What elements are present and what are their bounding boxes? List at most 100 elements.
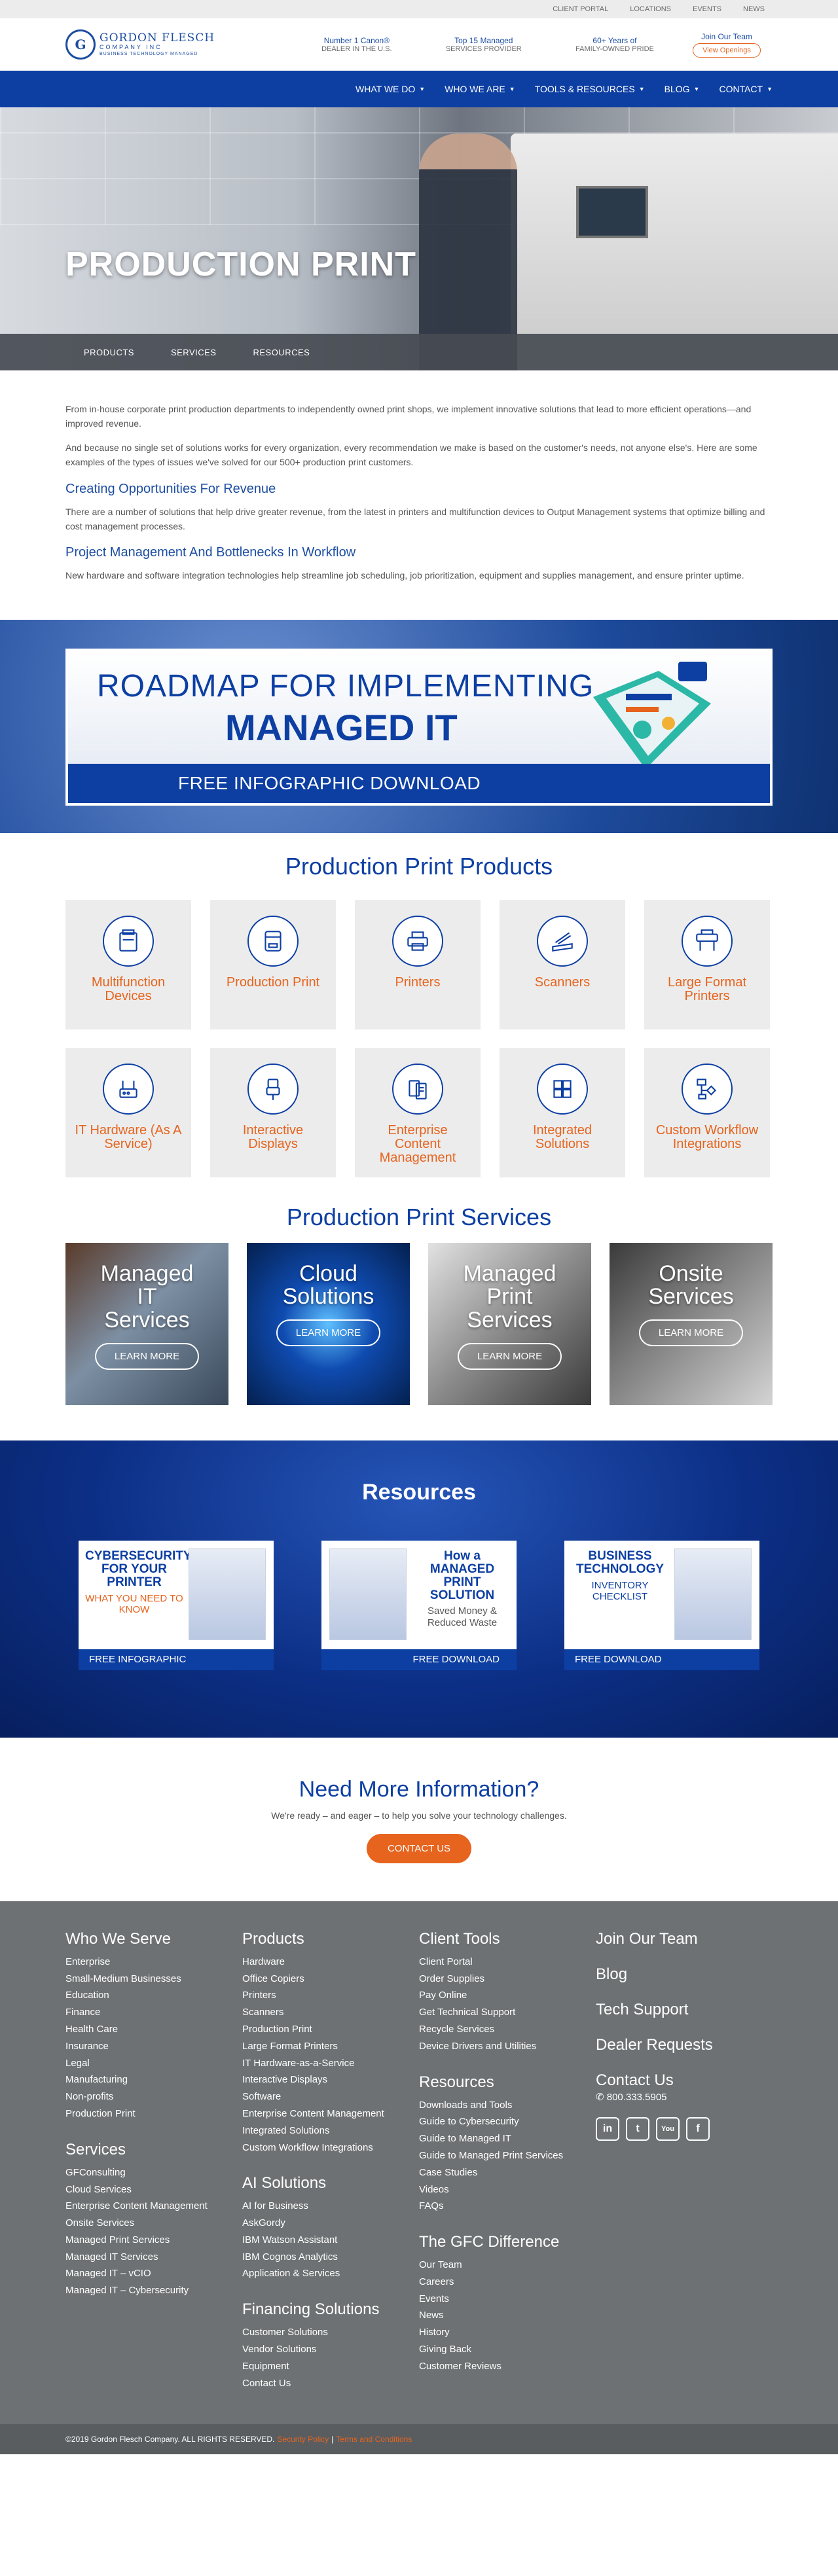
nav-who-we-are[interactable]: WHO WE ARE ▼ <box>445 84 515 94</box>
footer-link[interactable]: Manufacturing <box>65 2071 229 2088</box>
footer-link[interactable]: Managed IT – Cybersecurity <box>65 2282 229 2299</box>
utility-link-news[interactable]: NEWS <box>743 5 765 13</box>
footer-link[interactable]: Health Care <box>65 2021 229 2038</box>
footer-link[interactable]: Recycle Services <box>419 2021 583 2038</box>
resource-card-cybersecurity[interactable]: CYBERSECURITY FOR YOUR PRINTER WHAT YOU … <box>79 1540 274 1670</box>
footer-link[interactable]: AI for Business <box>242 2198 406 2215</box>
footer-link[interactable]: Careers <box>419 2274 583 2291</box>
footer-link[interactable]: Production Print <box>65 2105 229 2122</box>
footer-link[interactable]: Pay Online <box>419 1987 583 2004</box>
footer-link[interactable]: Education <box>65 1987 229 2004</box>
footer-link[interactable]: Application & Services <box>242 2265 406 2282</box>
learn-more-button[interactable]: LEARN MORE <box>276 1319 381 1347</box>
footer-link[interactable]: Customer Reviews <box>419 2358 583 2375</box>
footer-link[interactable]: Downloads and Tools <box>419 2097 583 2114</box>
learn-more-button[interactable]: LEARN MORE <box>638 1319 744 1347</box>
footer-link[interactable]: News <box>419 2307 583 2324</box>
footer-link[interactable]: GFConsulting <box>65 2164 229 2181</box>
footer-link[interactable]: Videos <box>419 2181 583 2198</box>
footer-link[interactable]: Enterprise <box>65 1954 229 1971</box>
utility-link-client-portal[interactable]: CLIENT PORTAL <box>553 5 608 13</box>
footer-link[interactable]: AskGordy <box>242 2215 406 2232</box>
footer-link[interactable]: Small-Medium Businesses <box>65 1971 229 1988</box>
footer-link[interactable]: IBM Watson Assistant <box>242 2232 406 2249</box>
utility-link-events[interactable]: EVENTS <box>693 5 721 13</box>
footer-link[interactable]: Managed IT Services <box>65 2249 229 2266</box>
product-card-printers[interactable]: Printers <box>355 899 481 1029</box>
footer-link[interactable]: Hardware <box>242 1954 406 1971</box>
footer-link[interactable]: Finance <box>65 2004 229 2021</box>
footer-link[interactable]: Insurance <box>65 2038 229 2055</box>
footer-link[interactable]: Custom Workflow Integrations <box>242 2139 406 2156</box>
footer-link[interactable]: Contact Us <box>242 2375 406 2392</box>
footer-link[interactable]: Events <box>419 2291 583 2308</box>
footer-link-tech-support[interactable]: Tech Support <box>596 2001 773 2019</box>
managed-it-infographic-banner[interactable]: ROADMAP FOR IMPLEMENTING MANAGED IT FREE… <box>65 648 773 806</box>
footer-link[interactable]: Scanners <box>242 2004 406 2021</box>
footer-link[interactable]: Equipment <box>242 2358 406 2375</box>
footer-link[interactable]: Non-profits <box>65 2088 229 2105</box>
footer-link[interactable]: Guide to Managed IT <box>419 2130 583 2147</box>
footer-link[interactable]: Giving Back <box>419 2341 583 2358</box>
product-card-custom-workflow[interactable]: Custom Workflow Integrations <box>644 1047 770 1177</box>
footer-link[interactable]: Integrated Solutions <box>242 2122 406 2139</box>
footer-link[interactable]: History <box>419 2324 583 2341</box>
footer-link[interactable]: IBM Cognos Analytics <box>242 2249 406 2266</box>
footer-link[interactable]: Office Copiers <box>242 1971 406 1988</box>
footer-link[interactable]: Onsite Services <box>65 2215 229 2232</box>
youtube-icon[interactable]: You <box>656 2117 680 2141</box>
footer-link[interactable]: Case Studies <box>419 2164 583 2181</box>
footer-link[interactable]: Client Portal <box>419 1954 583 1971</box>
nav-contact[interactable]: CONTACT ▼ <box>719 84 773 94</box>
footer-link[interactable]: Device Drivers and Utilities <box>419 2038 583 2055</box>
twitter-icon[interactable]: t <box>626 2117 649 2141</box>
footer-link[interactable]: Interactive Displays <box>242 2071 406 2088</box>
footer-link-dealer-requests[interactable]: Dealer Requests <box>596 2036 773 2054</box>
view-openings-button[interactable]: View Openings <box>693 43 761 58</box>
linkedin-icon[interactable]: in <box>596 2117 619 2141</box>
nav-tools-resources[interactable]: TOOLS & RESOURCES ▼ <box>535 84 645 94</box>
product-card-integrated-solutions[interactable]: Integrated Solutions <box>500 1047 625 1177</box>
nav-what-we-do[interactable]: WHAT WE DO ▼ <box>355 84 425 94</box>
contact-us-button[interactable]: CONTACT US <box>366 1833 472 1863</box>
footer-link-join-our-team[interactable]: Join Our Team <box>596 1930 773 1948</box>
company-logo[interactable]: G GORDON FLESCH COMPANY INC BUSINESS TEC… <box>65 29 255 60</box>
footer-link[interactable]: IT Hardware-as-a-Service <box>242 2055 406 2072</box>
terms-link[interactable]: Terms and Conditions <box>336 2435 412 2444</box>
footer-link[interactable]: Enterprise Content Management <box>65 2198 229 2215</box>
footer-link[interactable]: Software <box>242 2088 406 2105</box>
product-card-multifunction[interactable]: Multifunction Devices <box>65 899 191 1029</box>
subnav-products[interactable]: PRODUCTS <box>84 348 134 357</box>
security-policy-link[interactable]: Security Policy <box>277 2435 329 2444</box>
footer-link[interactable]: Guide to Managed Print Services <box>419 2147 583 2164</box>
product-card-interactive-displays[interactable]: Interactive Displays <box>210 1047 336 1177</box>
product-card-ecm[interactable]: Enterprise Content Management <box>355 1047 481 1177</box>
utility-link-locations[interactable]: LOCATIONS <box>630 5 671 13</box>
product-card-production-print[interactable]: Production Print <box>210 899 336 1029</box>
footer-link[interactable]: Cloud Services <box>65 2181 229 2198</box>
footer-link[interactable]: Order Supplies <box>419 1971 583 1988</box>
product-card-large-format[interactable]: Large Format Printers <box>644 899 770 1029</box>
subnav-services[interactable]: SERVICES <box>171 348 217 357</box>
nav-blog[interactable]: BLOG ▼ <box>665 84 700 94</box>
resource-card-managed-print[interactable]: How a MANAGED PRINT SOLUTION Saved Money… <box>321 1540 517 1670</box>
footer-link[interactable]: Vendor Solutions <box>242 2341 406 2358</box>
footer-link[interactable]: Customer Solutions <box>242 2324 406 2341</box>
footer-link[interactable]: Printers <box>242 1987 406 2004</box>
footer-link[interactable]: Large Format Printers <box>242 2038 406 2055</box>
learn-more-button[interactable]: LEARN MORE <box>94 1342 200 1370</box>
resource-card-inventory-checklist[interactable]: BUSINESS TECHNOLOGY INVENTORY CHECKLIST … <box>564 1540 759 1670</box>
product-card-it-hardware[interactable]: IT Hardware (As A Service) <box>65 1047 191 1177</box>
subnav-resources[interactable]: RESOURCES <box>253 348 310 357</box>
footer-link[interactable]: Get Technical Support <box>419 2004 583 2021</box>
facebook-icon[interactable]: f <box>686 2117 710 2141</box>
footer-link[interactable]: FAQs <box>419 2198 583 2215</box>
footer-phone[interactable]: ✆ 800.333.5905 <box>596 2091 773 2103</box>
footer-link[interactable]: Managed IT – vCIO <box>65 2265 229 2282</box>
footer-link[interactable]: Our Team <box>419 2257 583 2274</box>
product-card-scanners[interactable]: Scanners <box>500 899 625 1029</box>
footer-link[interactable]: Managed Print Services <box>65 2232 229 2249</box>
footer-link-blog[interactable]: Blog <box>596 1965 773 1984</box>
footer-link[interactable]: Production Print <box>242 2021 406 2038</box>
footer-link[interactable]: Guide to Cybersecurity <box>419 2113 583 2130</box>
